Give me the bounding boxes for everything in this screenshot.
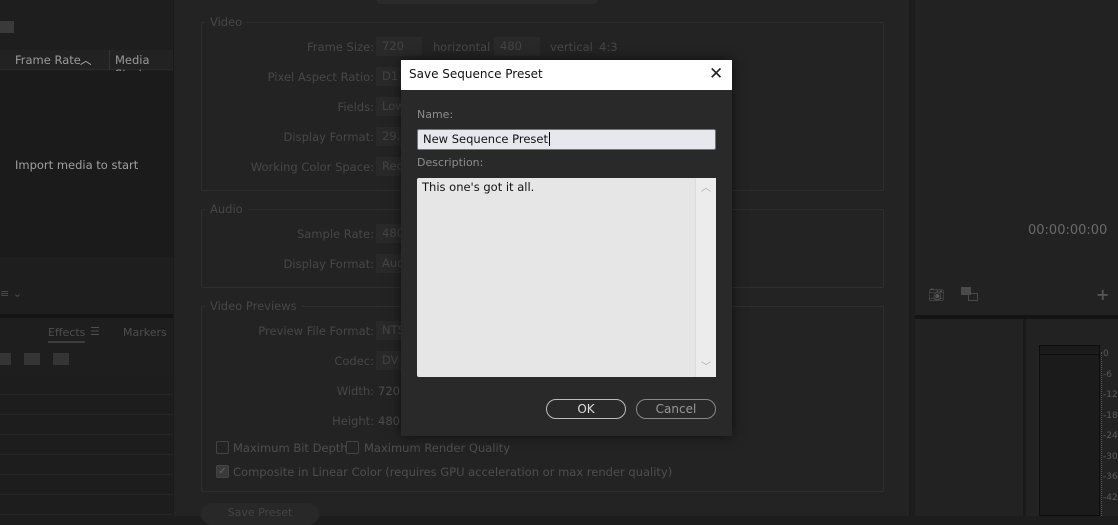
save-preset-button[interactable]: Save Preset (201, 503, 319, 525)
linear-color-label: Composite in Linear Color (requires GPU … (233, 465, 673, 479)
32bit-icon[interactable] (24, 353, 40, 365)
tab-effects[interactable]: Effects (48, 326, 86, 343)
ok-button[interactable]: OK (546, 399, 626, 419)
panel-menu-icon[interactable]: ☰ (90, 325, 100, 338)
project-panel: Frame Rate ︿ Media Start Import media to… (0, 0, 173, 516)
max-bit-depth-label: Maximum Bit Depth (233, 441, 348, 455)
preview-width-label: Width: (336, 384, 374, 398)
max-render-quality-checkbox[interactable] (346, 441, 359, 454)
preview-width-value[interactable]: 720 (378, 384, 400, 398)
yuv-icon[interactable] (53, 353, 69, 365)
audio-display-format-label: Display Format: (283, 257, 374, 271)
max-render-quality-label: Maximum Render Quality (364, 441, 511, 455)
sample-rate-label: Sample Rate: (296, 227, 374, 241)
add-button-icon[interactable]: + (1096, 285, 1109, 304)
scroll-down-icon[interactable]: ﹀ (701, 358, 711, 373)
sort-ascending-icon[interactable]: ︿ (80, 52, 92, 68)
program-monitor: 00:00:00:00 📷︎ + 0 -6 -12 -18 -24 -30 -36 -42 (915, 0, 1118, 516)
meter-tick-label: -6 (1103, 369, 1112, 380)
video-group-title: Video (205, 15, 248, 29)
meter-tick-label: 0 (1103, 349, 1109, 359)
list-view-icon[interactable]: ≡ ⌄ (0, 287, 22, 300)
preview-height-value[interactable]: 480 (378, 414, 400, 428)
codec-label: Codec: (334, 354, 374, 368)
empty-message: Import media to start (15, 158, 139, 172)
frame-width-field[interactable]: 720 (376, 37, 422, 56)
name-input[interactable]: New Sequence Preset (417, 129, 716, 150)
save-sequence-preset-dialog: Save Sequence Preset ✕ Name: New Sequenc… (401, 60, 732, 436)
dialog-title-bar: Save Sequence Preset (401, 60, 732, 90)
color-space-label: Working Color Space: (250, 160, 374, 174)
name-label: Name: (417, 108, 454, 121)
panel-icon (0, 21, 14, 33)
description-label: Description: (417, 156, 484, 169)
par-label: Pixel Aspect Ratio: (267, 70, 374, 84)
fields-label: Fields: (337, 100, 374, 114)
scroll-up-icon[interactable]: ︿ (701, 179, 711, 194)
horizontal-label: horizontal (433, 40, 491, 54)
scrollbar[interactable]: ︿ ﹀ (695, 178, 716, 377)
tab-markers[interactable]: Markers (123, 326, 167, 339)
dialog-title: Save Sequence Preset (409, 67, 543, 81)
description-textarea[interactable]: This one's got it all. (417, 178, 716, 377)
preview-height-label: Height: (332, 414, 374, 428)
column-frame-rate[interactable]: Frame Rate (15, 53, 81, 67)
meter-tick-label: -30 (1103, 451, 1118, 462)
vertical-label: vertical (550, 40, 593, 54)
column-header: Frame Rate ︿ Media Start (0, 50, 173, 81)
frame-size-label: Frame Size: (307, 40, 374, 54)
meter-tick-label: -12 (1103, 390, 1118, 400)
audio-group-title: Audio (205, 202, 248, 216)
audio-meter (1039, 345, 1100, 516)
effect-icon[interactable] (0, 353, 11, 365)
meter-tick-label: -42 (1103, 492, 1118, 503)
aspect-label: 4:3 (599, 40, 618, 54)
meter-tick-label: -36 (1103, 472, 1118, 482)
linear-color-checkbox[interactable]: ✓ (216, 465, 229, 478)
timecode[interactable]: 00:00:00:00 (1028, 223, 1107, 238)
cancel-button[interactable]: Cancel (636, 399, 716, 419)
meter-tick-label: -18 (1103, 410, 1118, 421)
camera-icon[interactable]: 📷︎ (928, 288, 945, 303)
meter-tick-label: -24 (1103, 431, 1118, 441)
close-icon[interactable]: ✕ (709, 64, 723, 84)
preview-format-label: Preview File Format: (258, 324, 374, 338)
max-bit-depth-checkbox[interactable] (216, 441, 229, 454)
frame-height-field[interactable]: 480 (494, 37, 540, 56)
video-previews-title: Video Previews (205, 299, 302, 313)
display-format-label: Display Format: (283, 130, 374, 144)
